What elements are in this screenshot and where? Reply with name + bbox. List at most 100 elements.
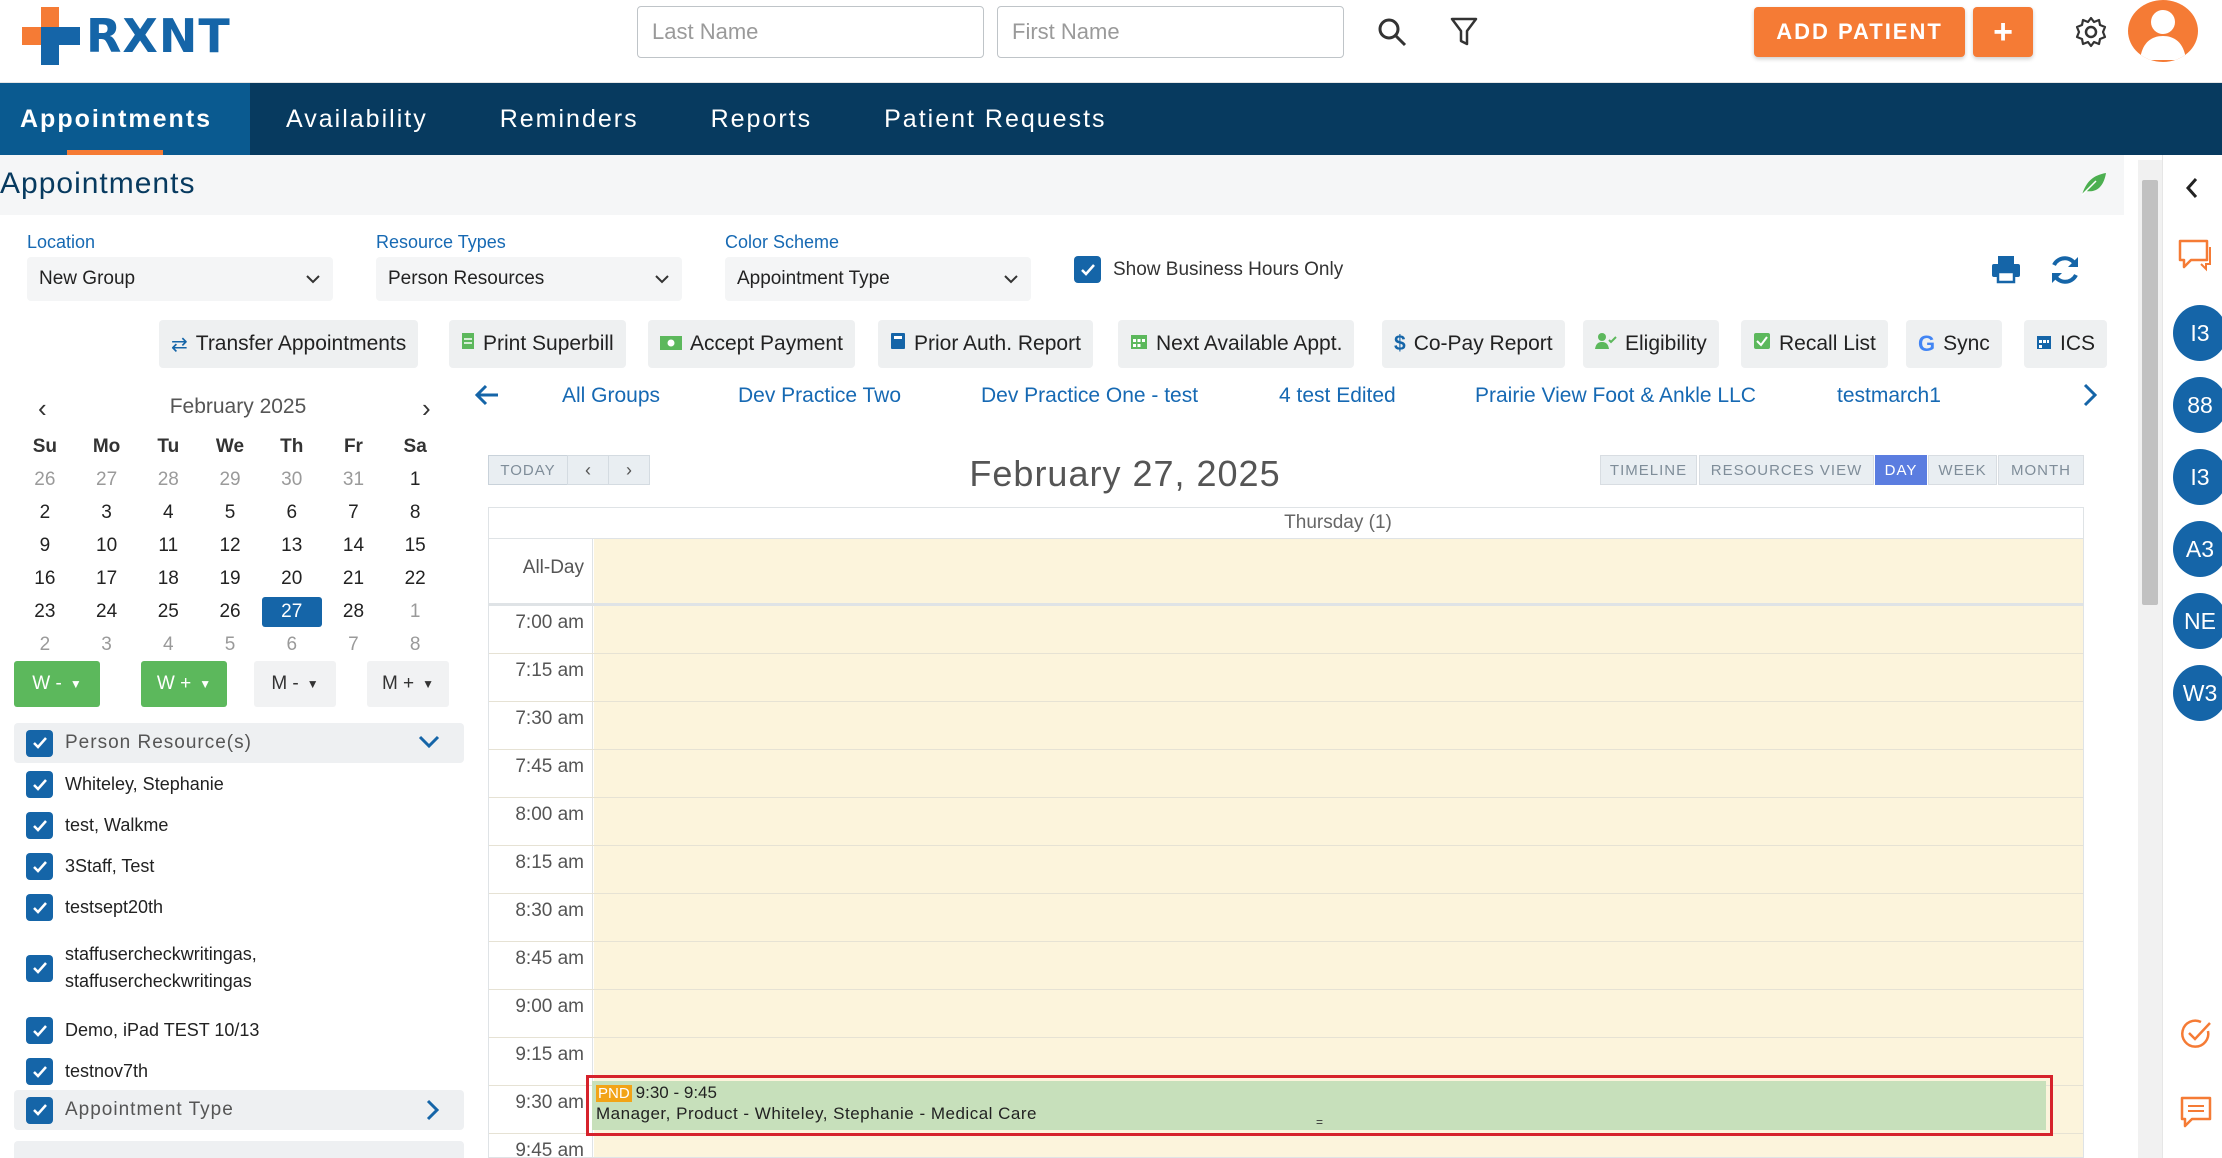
prior-auth-report-button[interactable]: Prior Auth. Report	[878, 320, 1093, 368]
rail-patient-circle[interactable]: I3	[2173, 449, 2222, 505]
today-button[interactable]: TODAY	[488, 455, 568, 485]
day-cell[interactable]: 29	[199, 469, 261, 491]
print-icon[interactable]	[1990, 253, 2022, 290]
day-cell[interactable]: 15	[384, 535, 446, 557]
day-cell[interactable]: 6	[261, 502, 323, 524]
day-cell[interactable]: 24	[76, 601, 138, 623]
group-tab-all-groups[interactable]: All Groups	[562, 384, 660, 408]
month-minus-button[interactable]: M - ▼	[254, 661, 336, 707]
business-hours-area[interactable]	[594, 539, 2083, 1157]
business-hours-toggle[interactable]: Show Business Hours Only	[1074, 256, 1343, 283]
collapse-chevron-left-icon[interactable]	[2185, 177, 2199, 204]
next-day-button[interactable]: ›	[608, 455, 650, 485]
day-cell[interactable]: 2	[14, 634, 76, 656]
day-cell[interactable]: 7	[323, 502, 385, 524]
chat-icon[interactable]	[2177, 238, 2213, 277]
day-cell[interactable]: 14	[323, 535, 385, 557]
arrow-left-icon[interactable]	[474, 382, 500, 413]
next-available-appt-button[interactable]: Next Available Appt.	[1118, 320, 1355, 368]
resource-checkbox[interactable]	[26, 1058, 53, 1085]
day-cell[interactable]: 28	[323, 601, 385, 623]
day-cell[interactable]: 13	[261, 535, 323, 557]
group-tab-4-test-edited[interactable]: 4 test Edited	[1279, 384, 1396, 408]
resource-checkbox[interactable]	[26, 1017, 53, 1044]
resource-checkbox[interactable]	[26, 771, 53, 798]
selected-day-cell[interactable]: 27	[261, 596, 323, 627]
day-cell[interactable]: 19	[199, 568, 261, 590]
resource-item[interactable]: test, Walkme	[26, 812, 168, 839]
nav-reports[interactable]: Reports	[675, 83, 849, 155]
resource-item[interactable]: testsept20th	[26, 894, 163, 921]
day-cell[interactable]: 1	[384, 601, 446, 623]
business-hours-checkbox[interactable]	[1074, 256, 1101, 283]
add-plus-button[interactable]: +	[1973, 7, 2033, 57]
day-cell[interactable]: 25	[137, 601, 199, 623]
day-cell[interactable]: 7	[323, 634, 385, 656]
resource-checkbox[interactable]	[26, 812, 53, 839]
day-cell[interactable]: 3	[76, 502, 138, 524]
resource-item[interactable]: staffusercheckwritingas, staffusercheckw…	[26, 941, 315, 995]
chevron-down-icon[interactable]	[418, 735, 440, 749]
check-circle-icon[interactable]	[2179, 1017, 2213, 1056]
resource-checkbox[interactable]	[26, 954, 53, 982]
week-minus-button[interactable]: W - ▼	[14, 661, 100, 707]
chevron-right-icon[interactable]	[426, 1099, 440, 1121]
day-cell[interactable]: 27	[76, 469, 138, 491]
rail-patient-circle[interactable]: 88	[2173, 377, 2222, 433]
view-timeline-button[interactable]: TIMELINE	[1600, 455, 1697, 485]
day-cell[interactable]: 9	[14, 535, 76, 557]
location-select[interactable]: New Group	[27, 257, 333, 301]
first-name-input[interactable]	[997, 6, 1344, 58]
person-resources-header[interactable]: Person Resource(s)	[14, 723, 464, 763]
rail-patient-circle[interactable]: W3	[2173, 665, 2222, 721]
day-cell[interactable]: 31	[323, 469, 385, 491]
rail-patient-circle[interactable]: NE	[2173, 593, 2222, 649]
person-resources-checkbox[interactable]	[26, 729, 53, 757]
nav-appointments[interactable]: Appointments	[0, 83, 251, 155]
day-cell[interactable]: 10	[76, 535, 138, 557]
group-tab-dev-practice-one[interactable]: Dev Practice One - test	[981, 384, 1198, 408]
prev-day-button[interactable]: ‹	[567, 455, 609, 485]
resource-types-select[interactable]: Person Resources	[376, 257, 682, 301]
co-pay-report-button[interactable]: $ Co-Pay Report	[1382, 320, 1565, 368]
day-cell[interactable]: 23	[14, 601, 76, 623]
resource-item[interactable]: testnov7th	[26, 1058, 148, 1085]
day-cell[interactable]: 8	[384, 634, 446, 656]
day-cell[interactable]: 18	[137, 568, 199, 590]
day-cell[interactable]: 4	[137, 502, 199, 524]
view-month-button[interactable]: MONTH	[1998, 455, 2084, 485]
group-tab-testmarch1[interactable]: testmarch1	[1837, 384, 1941, 408]
color-scheme-select[interactable]: Appointment Type	[725, 257, 1031, 301]
day-cell[interactable]: 8	[384, 502, 446, 524]
group-tab-dev-practice-two[interactable]: Dev Practice Two	[738, 384, 901, 408]
day-cell[interactable]: 20	[261, 568, 323, 590]
last-name-input[interactable]	[637, 6, 984, 58]
view-day-button[interactable]: DAY	[1875, 455, 1927, 485]
collapsed-section-header[interactable]	[14, 1141, 464, 1158]
resource-checkbox[interactable]	[26, 853, 53, 880]
day-cell[interactable]: 22	[384, 568, 446, 590]
day-cell[interactable]: 28	[137, 469, 199, 491]
day-cell[interactable]: 26	[14, 469, 76, 491]
print-superbill-button[interactable]: Print Superbill	[449, 320, 626, 368]
nav-reminders[interactable]: Reminders	[464, 83, 675, 155]
accept-payment-button[interactable]: Accept Payment	[648, 320, 855, 368]
next-month-button[interactable]: ›	[422, 393, 431, 424]
resource-item[interactable]: 3Staff, Test	[26, 853, 154, 880]
user-avatar[interactable]	[2128, 0, 2198, 62]
rail-patient-circle[interactable]: A3	[2173, 521, 2222, 577]
refresh-icon[interactable]	[2048, 253, 2082, 292]
ics-button[interactable]: ICS	[2024, 320, 2108, 368]
nav-availability[interactable]: Availability	[250, 83, 464, 155]
day-cell[interactable]: 5	[199, 634, 261, 656]
day-cell[interactable]: 30	[261, 469, 323, 491]
chevron-right-icon[interactable]	[2082, 382, 2098, 413]
transfer-appointments-button[interactable]: ⇄ Transfer Appointments	[159, 320, 419, 368]
day-cell[interactable]: 4	[137, 634, 199, 656]
day-cell[interactable]: 1	[384, 469, 446, 491]
appointment-event[interactable]: PND 9:30 - 9:45 Manager, Product - Whitel…	[592, 1081, 2046, 1130]
view-resources-button[interactable]: RESOURCES VIEW	[1699, 455, 1874, 485]
day-cell[interactable]: 21	[323, 568, 385, 590]
vertical-scrollbar[interactable]	[2138, 160, 2162, 1158]
logo[interactable]: RXNT	[22, 6, 231, 66]
